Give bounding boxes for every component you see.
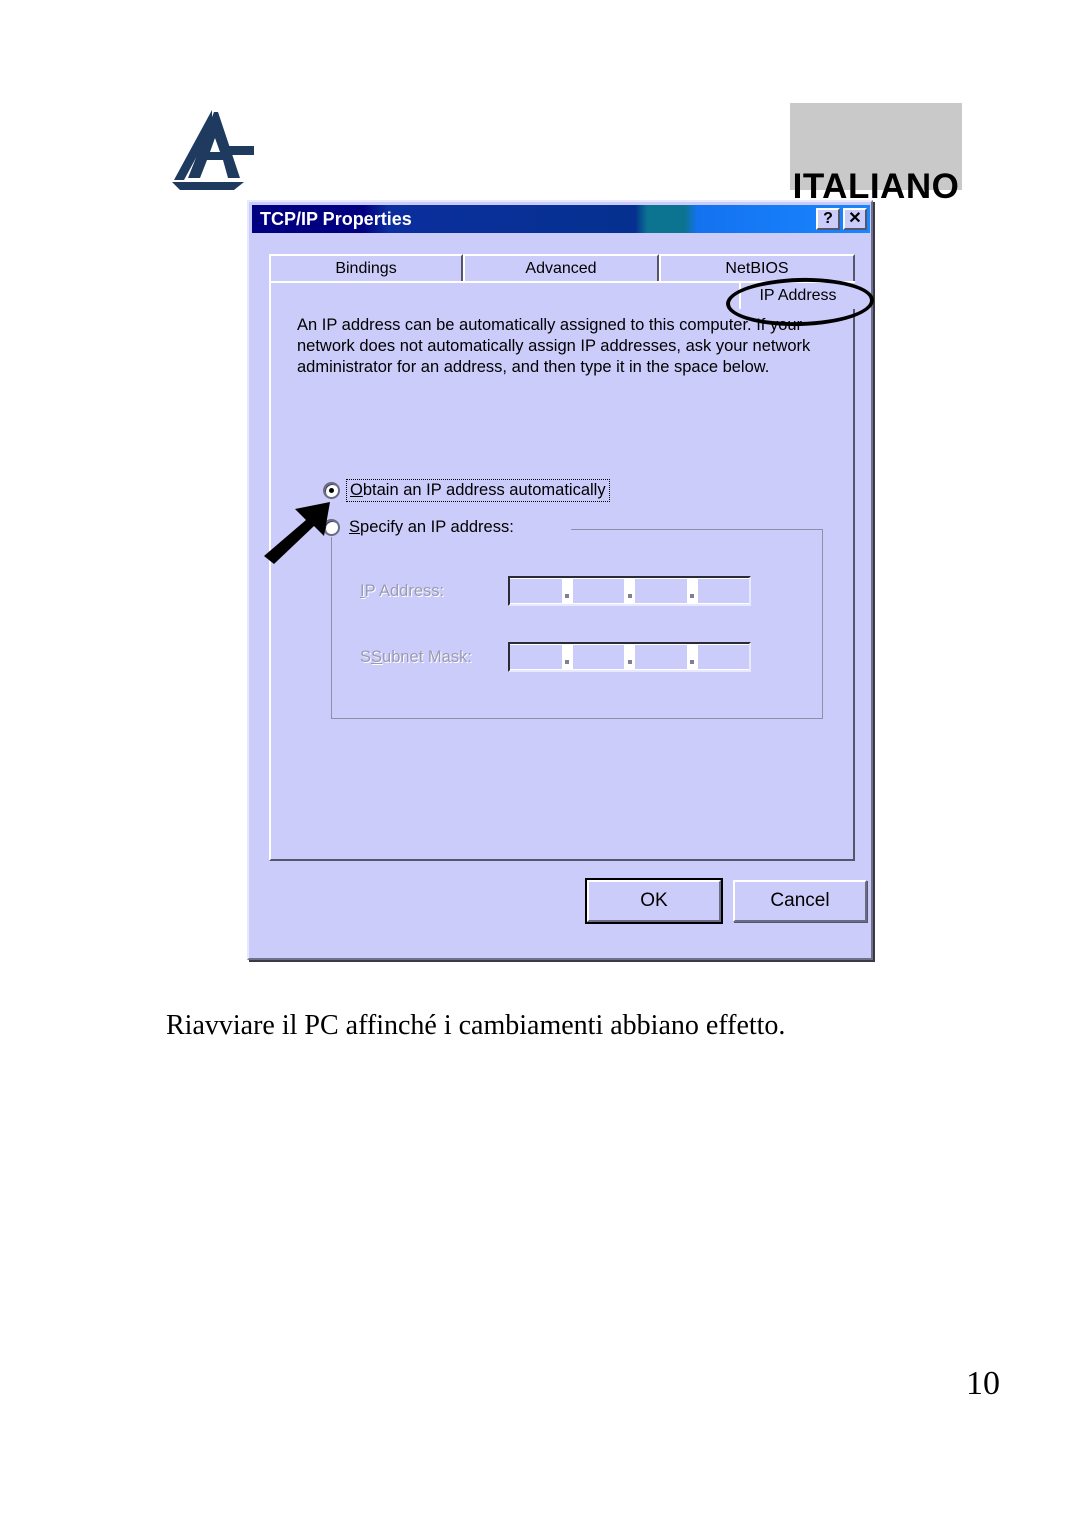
tcpip-properties-dialog: TCP/IP Properties ? ✕ Bindings Advanced … (247, 200, 873, 960)
radio-specify-indicator[interactable] (323, 519, 340, 536)
ip-separator-3 (686, 578, 698, 604)
radio-specify-ip-address[interactable]: Specify an IP address: (323, 518, 520, 537)
radio-specify-mnemonic: S (349, 518, 361, 536)
radio-obtain-automatically[interactable]: Obtain an IP address automatically (323, 479, 610, 502)
ip-address-field-row: IP Address: (360, 576, 751, 606)
ip-address-label: IP Address: (360, 582, 508, 601)
subnet-mask-label-rest: ubnet Mask: (382, 647, 472, 666)
instruction-caption: Riavviare il PC affinché i cambiamenti a… (166, 1010, 786, 1041)
tab-bindings[interactable]: Bindings (269, 254, 463, 282)
ip-separator-2 (624, 578, 635, 604)
radio-specify-rest: pecify an IP address: (360, 518, 514, 536)
mask-separator-2 (624, 644, 635, 670)
tab-advanced[interactable]: Advanced (463, 254, 659, 282)
document-page: ITALIANO TCP/IP Properties ? ✕ Bindings … (0, 0, 1080, 1528)
ip-octet-3[interactable] (635, 579, 687, 603)
dialog-titlebar[interactable]: TCP/IP Properties ? ✕ (252, 205, 870, 233)
subnet-mask-label-prefix: S (360, 647, 372, 666)
ip-octet-4[interactable] (697, 579, 749, 603)
tab-ip-address[interactable]: IP Address (739, 281, 855, 309)
mask-octet-1[interactable] (510, 645, 562, 669)
subnet-mask-label-mnemonic: S (371, 647, 383, 666)
language-banner: ITALIANO (790, 103, 962, 204)
subnet-mask-input[interactable] (508, 642, 751, 672)
radio-obtain-label: Obtain an IP address automatically (346, 479, 610, 502)
ip-address-input[interactable] (508, 576, 751, 606)
language-banner-label: ITALIANO (792, 167, 960, 206)
mask-separator-3 (686, 644, 698, 670)
specify-ip-group-box: IP Address: SSubnet Mask: (331, 529, 823, 719)
mask-separator-1 (561, 644, 573, 670)
help-button[interactable]: ? (816, 208, 840, 230)
ip-description-text: An IP address can be automatically assig… (297, 316, 811, 376)
subnet-mask-label: SSubnet Mask: (360, 648, 508, 667)
tab-netbios[interactable]: NetBIOS (659, 254, 855, 282)
subnet-mask-field-row: SSubnet Mask: (360, 642, 751, 672)
radio-obtain-indicator[interactable] (323, 482, 340, 499)
atlantis-land-logo-icon (168, 108, 260, 190)
titlebar-button-group: ? ✕ (816, 208, 867, 230)
radio-specify-label: Specify an IP address: (349, 518, 514, 537)
close-button[interactable]: ✕ (843, 208, 867, 230)
radio-obtain-mnemonic: O (350, 481, 363, 499)
ip-address-label-rest: P Address: (364, 581, 445, 600)
page-number: 10 (966, 1365, 1000, 1402)
cancel-button[interactable]: Cancel (733, 880, 867, 922)
ok-button[interactable]: OK (585, 878, 723, 924)
mask-octet-4[interactable] (697, 645, 749, 669)
tab-row-upper: Bindings Advanced NetBIOS (269, 254, 855, 282)
mask-octet-3[interactable] (635, 645, 687, 669)
mask-octet-2[interactable] (572, 645, 624, 669)
ip-separator-1 (561, 578, 573, 604)
radio-obtain-rest: btain an IP address automatically (362, 481, 606, 499)
dialog-title: TCP/IP Properties (260, 208, 412, 229)
ip-address-tab-panel: An IP address can be automatically assig… (269, 281, 855, 861)
ip-octet-2[interactable] (572, 579, 624, 603)
ip-octet-1[interactable] (510, 579, 562, 603)
